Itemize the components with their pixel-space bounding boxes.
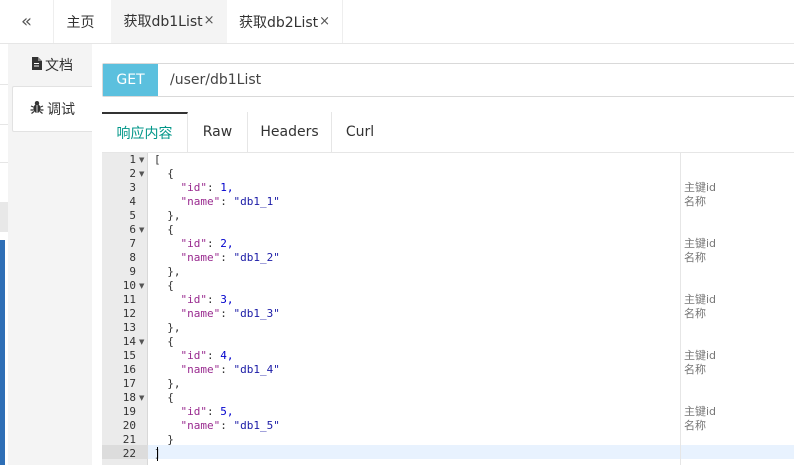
tab-db1list[interactable]: 获取db1List × [111, 0, 227, 43]
code-line: "id": 1, [180, 181, 234, 194]
line-number: 3 [129, 181, 136, 194]
tab-response-content[interactable]: 响应内容 [102, 112, 188, 152]
code-line: { [167, 335, 174, 348]
bug-icon [30, 100, 44, 118]
line-number: 16 [122, 363, 136, 376]
close-icon[interactable]: × [319, 14, 330, 29]
code-line: "name": "db1_5" [180, 419, 280, 432]
code-line: "name": "db1_3" [180, 307, 280, 320]
line-number: 22 [122, 447, 136, 460]
code-line: "name": "db1_4" [180, 363, 280, 376]
line-number: 11 [122, 293, 136, 306]
line-number: 9 [129, 265, 136, 278]
line-number: 8 [129, 251, 136, 264]
side-tab-label: 文档 [45, 58, 73, 74]
field-comment: 名称 [684, 363, 706, 376]
field-comment: 名称 [684, 307, 706, 320]
field-comment: 主键id [684, 181, 717, 194]
fold-arrow-icon[interactable]: ▼ [139, 167, 144, 181]
fold-arrow-icon[interactable]: ▼ [139, 391, 144, 405]
text-cursor [157, 447, 158, 461]
code-line: { [167, 223, 174, 236]
code-line: "id": 4, [180, 349, 234, 362]
code-line: "id": 5, [180, 405, 234, 418]
line-number: 18 [122, 391, 136, 404]
line-number: 21 [122, 433, 136, 446]
fold-arrow-icon[interactable]: ▼ [139, 335, 144, 349]
request-url-bar[interactable]: GET /user/db1List [102, 63, 794, 97]
tab-home[interactable]: 主页 [54, 0, 107, 43]
field-comment: 名称 [684, 419, 706, 432]
line-number: 20 [122, 419, 136, 432]
code-line: }, [167, 209, 181, 222]
code-line: { [167, 279, 174, 292]
code-line: }, [167, 321, 181, 334]
code-line: }, [167, 377, 181, 390]
close-icon[interactable]: × [204, 13, 215, 28]
tab-db2list[interactable]: 获取db2List × [227, 0, 343, 43]
line-number: 1 [129, 153, 136, 166]
side-tab-docs[interactable]: 文档 [12, 42, 92, 88]
response-code-editor[interactable]: 1 2 3 4 5 6 7 8 9 10 11 12 13 14 15 16 1… [102, 153, 794, 465]
chevrons-left-icon: « [20, 11, 32, 32]
code-line: }, [167, 265, 181, 278]
request-path: /user/db1List [170, 72, 262, 88]
field-comment: 主键id [684, 349, 717, 362]
line-number: 19 [122, 405, 136, 418]
code-line: "id": 2, [180, 237, 234, 250]
tab-label: 获取db1List [123, 13, 203, 30]
top-tab-bar: « 主页 获取db1List × 获取db2List × [0, 0, 794, 44]
fold-arrow-icon[interactable]: ▼ [139, 153, 144, 167]
code-line: { [167, 391, 174, 404]
line-number: 4 [129, 195, 136, 208]
line-number: 10 [122, 279, 136, 292]
sidebar-edge [0, 44, 8, 465]
field-comment: 名称 [684, 251, 706, 264]
code-line: "name": "db1_2" [180, 251, 280, 264]
code-line: } [167, 433, 174, 446]
fold-arrow-icon[interactable]: ▼ [139, 223, 144, 237]
tab-headers[interactable]: Headers [248, 112, 332, 152]
line-number: 12 [122, 307, 136, 320]
field-comment: 主键id [684, 237, 717, 250]
tab-label: 主页 [66, 14, 95, 31]
http-method-badge: GET [103, 64, 158, 96]
debug-panel: GET /user/db1List 响应内容 Raw Headers Curl … [92, 44, 794, 465]
response-tabs: 响应内容 Raw Headers Curl [102, 112, 794, 153]
code-line: "name": "db1_1" [180, 195, 280, 208]
code-line: [ [154, 153, 161, 166]
line-number: 2 [129, 167, 136, 180]
field-comment: 主键id [684, 293, 717, 306]
line-number: 14 [122, 335, 136, 348]
line-number: 6 [129, 223, 136, 236]
side-tab-label: 调试 [47, 102, 75, 118]
tab-curl[interactable]: Curl [332, 112, 388, 152]
line-number: 5 [129, 209, 136, 222]
field-comment: 名称 [684, 195, 706, 208]
line-number: 15 [122, 349, 136, 362]
document-icon [31, 56, 42, 74]
tab-label: 获取db2List [238, 14, 319, 31]
sidebar-scrollbar[interactable] [0, 240, 5, 465]
code-line: "id": 3, [180, 293, 234, 306]
field-comment: 主键id [684, 405, 717, 418]
side-tab-debug[interactable]: 调试 [12, 86, 92, 132]
tab-raw[interactable]: Raw [188, 112, 248, 152]
code-line: { [167, 167, 174, 180]
fold-arrow-icon[interactable]: ▼ [139, 279, 144, 293]
collapse-sidebar-button[interactable]: « [0, 0, 54, 43]
line-number: 7 [129, 237, 136, 250]
line-number: 13 [122, 321, 136, 334]
line-number: 17 [122, 377, 136, 390]
